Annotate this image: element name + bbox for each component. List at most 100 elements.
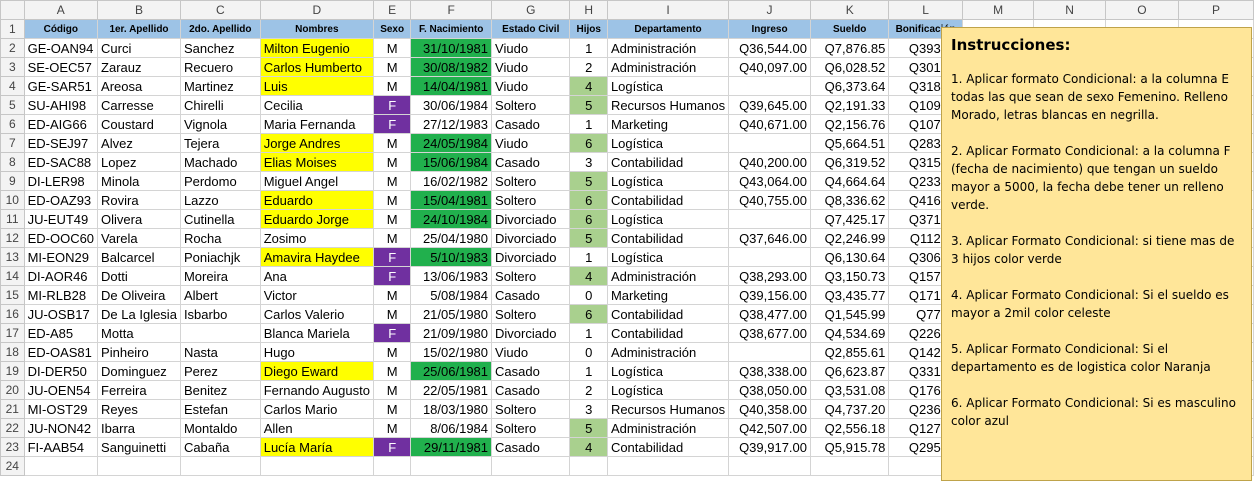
data-cell[interactable]: Benitez — [179, 380, 261, 400]
data-cell[interactable]: Divorciado — [491, 209, 571, 229]
data-cell[interactable]: SU-AHI98 — [23, 95, 99, 115]
column-header-e[interactable]: E — [372, 0, 412, 20]
data-cell[interactable]: De La Iglesia — [97, 304, 181, 324]
data-cell[interactable]: M — [372, 133, 412, 153]
data-cell[interactable]: Administración — [606, 266, 730, 286]
data-cell[interactable]: Q3,150.73 — [810, 266, 890, 286]
data-cell[interactable]: Ferreira — [97, 380, 181, 400]
header-cell[interactable]: 1er. Apellido — [97, 19, 181, 39]
cell-empty[interactable] — [606, 456, 730, 476]
data-cell[interactable]: Q39,917.00 — [728, 437, 812, 457]
data-cell[interactable]: Olivera — [97, 209, 181, 229]
data-cell[interactable]: DI-AOR46 — [23, 266, 99, 286]
data-cell[interactable]: Rovira — [97, 190, 181, 210]
column-header-a[interactable]: A — [23, 0, 99, 20]
data-cell[interactable]: Nasta — [179, 342, 261, 362]
data-cell[interactable]: Cutinella — [179, 209, 261, 229]
data-cell[interactable]: Maria Fernanda — [259, 114, 374, 134]
data-cell[interactable]: Lucía María — [259, 437, 374, 457]
data-cell[interactable]: Administración — [606, 57, 730, 77]
column-header-j[interactable]: J — [728, 0, 812, 20]
data-cell[interactable]: 4 — [569, 437, 608, 457]
data-cell[interactable]: F — [372, 247, 412, 267]
data-cell[interactable]: 24/05/1984 — [410, 133, 493, 153]
data-cell[interactable]: F — [372, 95, 412, 115]
data-cell[interactable]: Blanca Mariela — [259, 323, 374, 343]
data-cell[interactable]: Divorciado — [491, 228, 571, 248]
data-cell[interactable]: Viudo — [491, 342, 571, 362]
data-cell[interactable]: Q36,544.00 — [728, 38, 812, 58]
data-cell[interactable]: Administración — [606, 342, 730, 362]
data-cell[interactable]: Dominguez — [97, 361, 181, 381]
data-cell[interactable]: M — [372, 418, 412, 438]
data-cell[interactable]: Logística — [606, 133, 730, 153]
data-cell[interactable]: M — [372, 380, 412, 400]
data-cell[interactable]: M — [372, 361, 412, 381]
data-cell[interactable]: Casado — [491, 361, 571, 381]
data-cell[interactable]: 15/02/1980 — [410, 342, 493, 362]
data-cell[interactable]: M — [372, 76, 412, 96]
data-cell[interactable]: Zosimo — [259, 228, 374, 248]
data-cell[interactable]: JU-OSB17 — [23, 304, 99, 324]
data-cell[interactable]: Viudo — [491, 57, 571, 77]
data-cell[interactable]: ED-SEJ97 — [23, 133, 99, 153]
data-cell[interactable]: Logística — [606, 171, 730, 191]
row-header-1[interactable]: 1 — [0, 19, 25, 39]
data-cell[interactable]: ED-OAS81 — [23, 342, 99, 362]
data-cell[interactable]: Recursos Humanos — [606, 95, 730, 115]
data-cell[interactable]: 1 — [569, 361, 608, 381]
data-cell[interactable]: Q2,855.61 — [810, 342, 890, 362]
row-header-17[interactable]: 17 — [0, 323, 25, 343]
data-cell[interactable]: Soltero — [491, 190, 571, 210]
data-cell[interactable]: Luis — [259, 76, 374, 96]
data-cell[interactable]: Albert — [179, 285, 261, 305]
data-cell[interactable]: Lopez — [97, 152, 181, 172]
data-cell[interactable]: Perez — [179, 361, 261, 381]
column-header-b[interactable]: B — [97, 0, 181, 20]
data-cell[interactable]: Estefan — [179, 399, 261, 419]
data-cell[interactable]: Soltero — [491, 399, 571, 419]
data-cell[interactable]: Isbarbo — [179, 304, 261, 324]
data-cell[interactable]: 25/06/1981 — [410, 361, 493, 381]
data-cell[interactable]: Milton Eugenio — [259, 38, 374, 58]
data-cell[interactable]: GE-SAR51 — [23, 76, 99, 96]
data-cell[interactable]: Contabilidad — [606, 323, 730, 343]
header-cell[interactable]: Ingreso — [728, 19, 812, 39]
data-cell[interactable]: Casado — [491, 285, 571, 305]
cell-empty[interactable] — [179, 456, 261, 476]
row-header-22[interactable]: 22 — [0, 418, 25, 438]
data-cell[interactable]: 5 — [569, 171, 608, 191]
data-cell[interactable]: 5 — [569, 95, 608, 115]
header-cell[interactable]: 2do. Apellido — [179, 19, 261, 39]
header-cell[interactable]: Nombres — [259, 19, 374, 39]
row-header-5[interactable]: 5 — [0, 95, 25, 115]
data-cell[interactable]: 2 — [569, 380, 608, 400]
data-cell[interactable]: Hugo — [259, 342, 374, 362]
cell-empty[interactable] — [372, 456, 412, 476]
row-header-21[interactable]: 21 — [0, 399, 25, 419]
data-cell[interactable]: 5 — [569, 418, 608, 438]
header-cell[interactable]: Departamento — [606, 19, 730, 39]
row-header-14[interactable]: 14 — [0, 266, 25, 286]
data-cell[interactable]: Soltero — [491, 95, 571, 115]
data-cell[interactable]: Soltero — [491, 418, 571, 438]
data-cell[interactable]: 5/10/1983 — [410, 247, 493, 267]
data-cell[interactable]: Carlos Humberto — [259, 57, 374, 77]
data-cell[interactable]: Rocha — [179, 228, 261, 248]
data-cell[interactable]: Q43,064.00 — [728, 171, 812, 191]
data-cell[interactable]: Casado — [491, 152, 571, 172]
data-cell[interactable]: 15/04/1981 — [410, 190, 493, 210]
data-cell[interactable]: Poniachjk — [179, 247, 261, 267]
data-cell[interactable]: Casado — [491, 380, 571, 400]
data-cell[interactable]: M — [372, 209, 412, 229]
data-cell[interactable]: Q38,050.00 — [728, 380, 812, 400]
row-header-9[interactable]: 9 — [0, 171, 25, 191]
data-cell[interactable]: F — [372, 437, 412, 457]
data-cell[interactable]: Sanchez — [179, 38, 261, 58]
data-cell[interactable]: Q37,646.00 — [728, 228, 812, 248]
data-cell[interactable]: 31/10/1981 — [410, 38, 493, 58]
data-cell[interactable]: Amavira Haydee — [259, 247, 374, 267]
data-cell[interactable]: Diego Eward — [259, 361, 374, 381]
data-cell[interactable]: DI-LER98 — [23, 171, 99, 191]
data-cell[interactable]: Reyes — [97, 399, 181, 419]
